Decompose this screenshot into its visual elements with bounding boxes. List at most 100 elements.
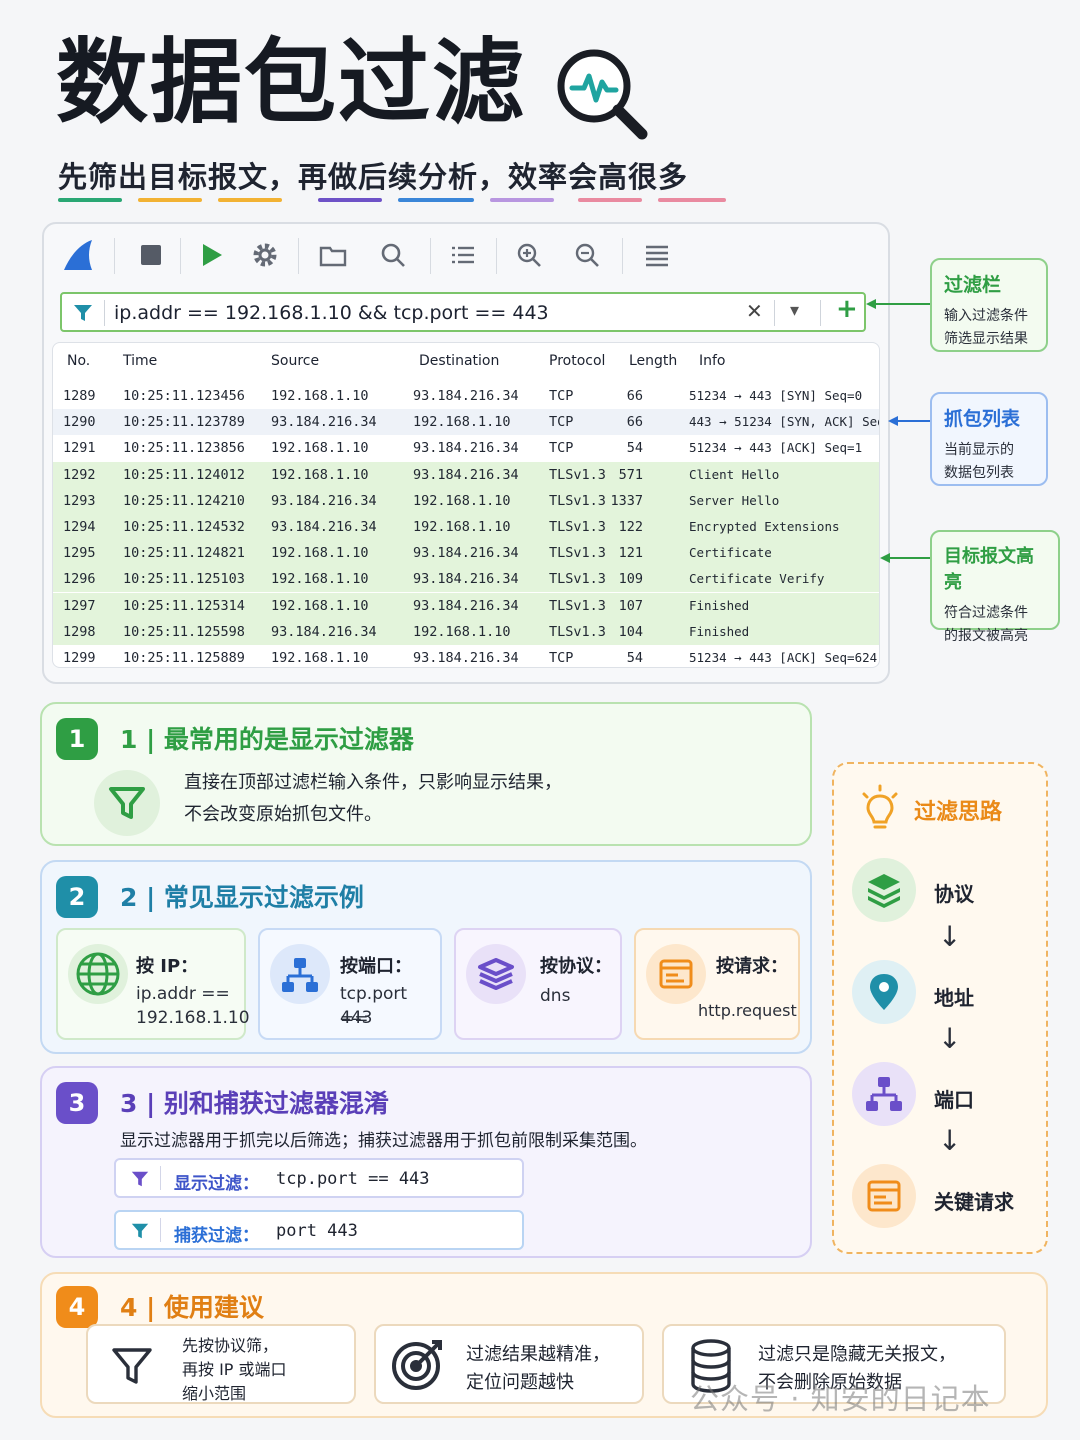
section-filter-examples: 2 2 | 常见显示过滤示例 按 IP： ip.addr == 192.168.… xyxy=(40,860,812,1054)
watermark: 公众号 · 知安的日记本 xyxy=(690,1382,991,1416)
table-cell: Certificate xyxy=(689,545,772,561)
card-title: 按协议： xyxy=(540,956,612,977)
table-cell: 93.184.216.34 xyxy=(413,466,519,483)
down-arrow-icon: ↓ xyxy=(938,920,962,953)
flow-step: 端口 xyxy=(934,1088,974,1112)
packet-list: No. Time Source Destination Protocol Len… xyxy=(52,342,880,668)
example-card-port[interactable]: 按端口： tcp.port == 443 xyxy=(258,928,442,1040)
display-filter-bar[interactable]: ip.addr == 192.168.1.10 && tcp.port == 4… xyxy=(60,292,866,332)
menu-icon[interactable] xyxy=(642,240,672,270)
table-cell: TCP xyxy=(549,650,574,666)
column-header[interactable]: Protocol xyxy=(549,353,605,369)
shark-fin-icon[interactable] xyxy=(62,238,96,272)
table-cell: 1292 xyxy=(63,466,96,483)
gear-icon[interactable] xyxy=(250,240,280,270)
down-arrow-icon: ↓ xyxy=(938,1124,962,1157)
pill-label: 捕获过滤： xyxy=(174,1226,259,1246)
table-cell: 66 xyxy=(626,414,643,431)
callout-highlight: 目标报文高亮 符合过滤条件 的报文被高亮 xyxy=(930,530,1060,644)
table-cell: Server Hello xyxy=(689,492,780,508)
table-cell: 1297 xyxy=(63,597,96,614)
clear-filter-button[interactable]: ✕ xyxy=(746,299,763,323)
table-row[interactable]: 1296 10:25:11.125103 192.168.1.10 93.184.21… xyxy=(53,566,879,593)
underline-segment xyxy=(578,198,642,202)
filter-history-dropdown[interactable]: ▾ xyxy=(790,300,799,321)
section-capture-vs-display: 3 3 | 别和捕获过滤器混淆 显示过滤器用于抓完以后筛选；捕获过滤器用于抓包前… xyxy=(40,1066,812,1258)
example-card-ip[interactable]: 按 IP： ip.addr == 192.168.1.10 xyxy=(56,928,250,1040)
table-cell: 192.168.1.10 xyxy=(271,571,369,588)
callout-title: 过滤栏 xyxy=(944,274,1002,296)
table-row[interactable]: 1291 10:25:11.123856 192.168.1.10 93.184.21… xyxy=(53,435,879,461)
filter-icon xyxy=(131,1223,149,1239)
table-cell: 10:25:11.124012 xyxy=(123,466,245,483)
table-cell: Finished xyxy=(689,597,750,613)
page-title: 数据包过滤 xyxy=(56,29,527,136)
network-icon xyxy=(852,1062,916,1126)
table-row[interactable]: 1290 10:25:11.123789 93.184.216.34 192.168.… xyxy=(53,409,879,436)
table-cell: 93.184.216.34 xyxy=(271,492,377,509)
stop-icon[interactable] xyxy=(136,240,166,270)
column-header[interactable]: Info xyxy=(699,353,726,369)
table-cell: 10:25:11.123789 xyxy=(123,414,245,431)
card-title: 按端口： xyxy=(340,956,412,977)
callout-text: 数据包列表 xyxy=(944,465,1014,481)
flow-title: 过滤思路 xyxy=(914,800,1003,825)
column-header[interactable]: Length xyxy=(629,353,677,369)
table-cell: 10:25:11.123456 xyxy=(123,388,245,404)
example-card-protocol[interactable]: 按协议： dns xyxy=(454,928,622,1040)
table-cell: 192.168.1.10 xyxy=(271,466,369,483)
table-cell: 104 xyxy=(618,623,643,640)
network-icon xyxy=(270,944,330,1004)
table-cell: 107 xyxy=(618,597,643,614)
table-row[interactable]: 1295 10:25:11.124821 192.168.1.10 93.184.21… xyxy=(53,540,879,567)
column-header[interactable]: Source xyxy=(271,353,319,369)
zoom-in-icon[interactable] xyxy=(514,240,544,270)
table-row[interactable]: 1289 10:25:11.123456 192.168.1.10 93.184.21… xyxy=(53,383,879,409)
table-cell: 1289 xyxy=(63,388,96,404)
underline-segment xyxy=(218,198,282,202)
layers-icon xyxy=(852,858,916,922)
card-value: http.request xyxy=(698,1001,797,1020)
callout-text: 输入过滤条件 xyxy=(944,308,1028,324)
table-cell: 93.184.216.34 xyxy=(413,650,519,666)
table-cell: 121 xyxy=(618,545,643,562)
table-row[interactable]: 1298 10:25:11.125598 93.184.216.34 192.168.… xyxy=(53,618,879,645)
table-row[interactable]: 1299 10:25:11.125889 192.168.1.10 93.184.21… xyxy=(53,645,879,667)
filter-input[interactable]: ip.addr == 192.168.1.10 && tcp.port == 4… xyxy=(114,302,549,324)
underline-segment xyxy=(138,198,202,202)
table-cell: TCP xyxy=(549,388,574,404)
table-row[interactable]: 1292 10:25:11.124012 192.168.1.10 93.184.21… xyxy=(53,461,879,488)
table-cell: TCP xyxy=(549,414,574,431)
table-row[interactable]: 1297 10:25:11.125314 192.168.1.10 93.184.21… xyxy=(53,592,879,619)
table-cell: 93.184.216.34 xyxy=(413,440,519,457)
folder-icon[interactable] xyxy=(318,240,348,270)
table-cell: 93.184.216.34 xyxy=(271,414,377,431)
table-cell: Certificate Verify xyxy=(689,571,825,587)
column-header[interactable]: Destination xyxy=(419,353,499,369)
example-card-request[interactable]: 按请求： http.request xyxy=(634,928,800,1040)
callout-filter-bar: 过滤栏 输入过滤条件 筛选显示结果 xyxy=(930,258,1048,352)
zoom-out-icon[interactable] xyxy=(572,240,602,270)
globe-icon xyxy=(68,944,128,1004)
tip-text: 过滤结果越精准， xyxy=(466,1344,610,1365)
table-row[interactable]: 1293 10:25:11.124210 93.184.216.34 192.168.… xyxy=(53,487,879,514)
list-icon[interactable] xyxy=(448,240,478,270)
table-cell: Finished xyxy=(689,623,750,639)
pill-value: port 443 xyxy=(276,1221,358,1241)
search-icon[interactable] xyxy=(378,240,408,270)
add-filter-button[interactable]: + xyxy=(836,294,858,324)
underline-segment xyxy=(318,198,382,202)
table-cell: 93.184.216.34 xyxy=(413,597,519,614)
column-header[interactable]: No. xyxy=(67,353,90,369)
table-row[interactable]: 1294 10:25:11.124532 93.184.216.34 192.168.… xyxy=(53,514,879,540)
page-subtitle: 先筛出目标报文，再做后续分析，效率会高很多 xyxy=(58,160,689,194)
section-number-badge: 3 xyxy=(56,1082,98,1124)
play-icon[interactable] xyxy=(196,240,226,270)
table-cell: TLSv1.3 xyxy=(549,571,606,588)
table-cell: 10:25:11.124821 xyxy=(123,545,245,562)
table-cell: TLSv1.3 xyxy=(549,466,606,483)
column-header[interactable]: Time xyxy=(123,353,157,369)
browser-icon xyxy=(646,944,706,1004)
table-cell: TLSv1.3 xyxy=(549,519,606,535)
section-text: 显示过滤器用于抓完以后筛选；捕获过滤器用于抓包前限制采集范围。 xyxy=(120,1131,647,1151)
